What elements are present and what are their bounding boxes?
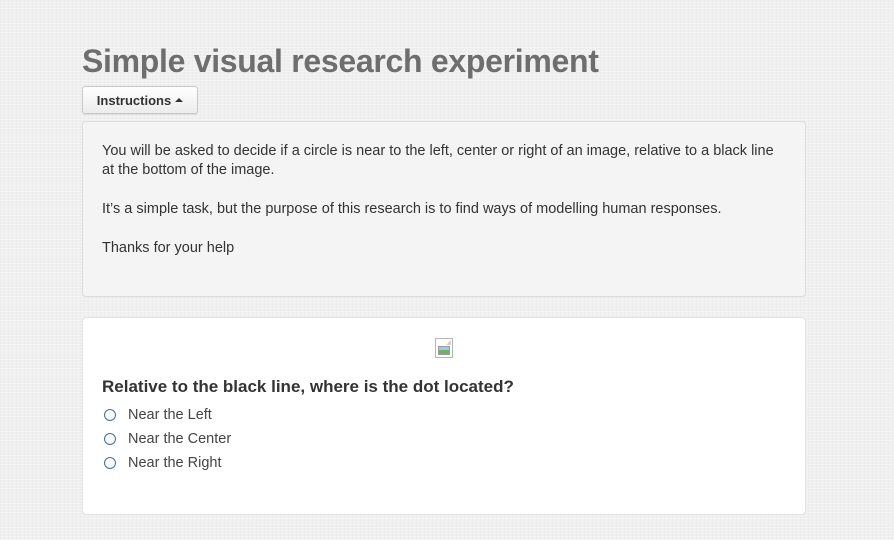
instructions-button-label: Instructions xyxy=(96,92,172,108)
instructions-toggle-button[interactable]: Instructions xyxy=(82,86,198,114)
option-near-right[interactable]: Near the Right xyxy=(104,451,231,475)
instructions-paragraph: It’s a simple task, but the purpose of t… xyxy=(102,201,722,217)
option-near-left[interactable]: Near the Left xyxy=(104,403,231,427)
question-card: Relative to the black line, where is the… xyxy=(82,317,806,515)
question-text: Relative to the black line, where is the… xyxy=(102,377,514,396)
page-title: Simple visual research experiment xyxy=(82,43,599,79)
option-label[interactable]: Near the Left xyxy=(128,407,212,423)
option-label[interactable]: Near the Right xyxy=(128,455,222,471)
instructions-panel: You will be asked to decide if a circle … xyxy=(82,121,806,297)
caret-up-icon xyxy=(175,97,184,102)
instructions-paragraph: Thanks for your help xyxy=(102,240,235,256)
radio-button[interactable] xyxy=(104,409,116,421)
instructions-paragraph: You will be asked to decide if a circle … xyxy=(102,143,774,178)
option-label[interactable]: Near the Center xyxy=(128,431,231,447)
radio-button[interactable] xyxy=(104,457,116,469)
broken-image-icon xyxy=(435,338,453,358)
image-placeholder-graphic xyxy=(438,346,450,355)
option-near-center[interactable]: Near the Center xyxy=(104,427,231,451)
answer-options: Near the Left Near the Center Near the R… xyxy=(104,403,231,475)
image-corner-graphic xyxy=(446,340,451,345)
radio-button[interactable] xyxy=(104,433,116,445)
